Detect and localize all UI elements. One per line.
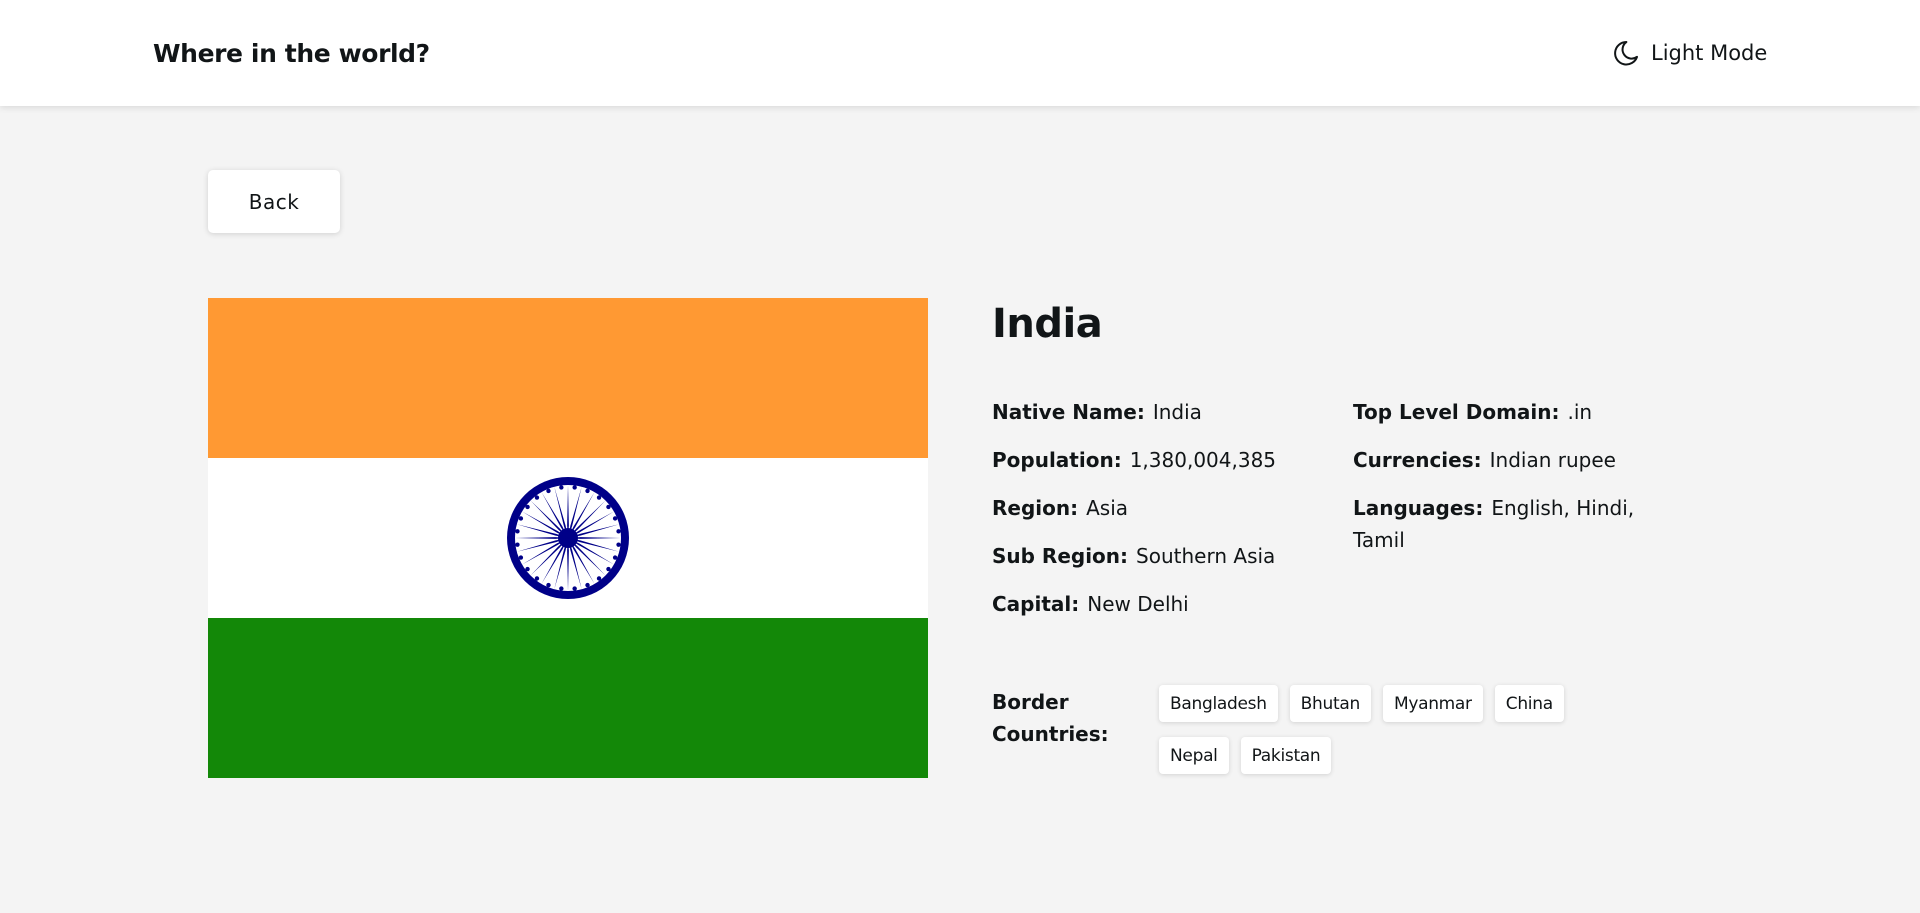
border-countries-list: Bangladesh Bhutan Myanmar China Nepal Pa… [1159,685,1639,774]
chakra-rim-dot [534,495,540,500]
chakra-rim-dot [612,516,618,521]
theme-toggle-label: Light Mode [1651,41,1768,65]
detail-label: Capital: [992,592,1080,616]
chakra-rim-dot [546,582,551,588]
detail-label: Region: [992,496,1079,520]
chakra-rim-dot [559,485,564,490]
flag-green-band [208,618,928,778]
chakra-rim-dot [606,566,611,572]
flag-saffron-band [208,298,928,458]
back-button[interactable]: Back [208,170,340,233]
detail-label: Languages: [1353,496,1484,520]
detail-value: 1,380,004,385 [1129,448,1277,472]
chakra-rim-dot [572,485,577,490]
chakra-rim-dot [572,586,577,591]
detail-region: Region: Asia [992,492,1332,524]
detail-label: Sub Region: [992,544,1129,568]
border-country-button[interactable]: Pakistan [1240,737,1332,774]
detail-label: Top Level Domain: [1353,400,1560,424]
chakra-rim-dot [585,582,590,588]
chakra-rim-dot [559,586,564,591]
detail-value: Southern Asia [1136,544,1276,568]
detail-label: Native Name: [992,400,1145,424]
detail-value: .in [1567,400,1593,424]
detail-population: Population: 1,380,004,385 [992,444,1332,476]
detail-value: New Delhi [1087,592,1189,616]
chakra-rim-dot [596,495,602,500]
chakra-rim-dot [518,555,524,560]
border-country-button[interactable]: China [1494,685,1564,722]
india-flag-image [208,298,928,778]
border-country-button[interactable]: Nepal [1159,737,1229,774]
detail-label: Population: [992,448,1122,472]
detail-value: Indian rupee [1489,448,1616,472]
chakra-rim-dot [606,504,611,510]
theme-toggle-button[interactable]: Light Mode [1611,34,1767,72]
detail-value: India [1152,400,1202,424]
chakra-rim-dot [616,542,621,547]
country-details-secondary: Top Level Domain: .in Currencies: Indian r… [1353,396,1653,572]
detail-top-level-domain: Top Level Domain: .in [1353,396,1653,428]
chakra-rim-dot [515,542,520,547]
chakra-rim-dot [525,566,530,572]
moon-icon [1614,40,1638,66]
detail-label: Currencies: [1353,448,1482,472]
ashoka-chakra-icon [507,477,629,599]
chakra-rim-dot [515,529,520,534]
border-country-button[interactable]: Bangladesh [1159,685,1278,722]
detail-native-name: Native Name: India [992,396,1332,428]
detail-sub-region: Sub Region: Southern Asia [992,540,1332,572]
chakra-rim-dot [612,555,618,560]
border-country-button[interactable]: Myanmar [1382,685,1483,722]
detail-value: Asia [1086,496,1129,520]
app-title: Where in the world? [153,39,430,68]
chakra-rim-dot [585,488,590,494]
chakra-rim-dot [616,529,621,534]
chakra-rim-dot [534,576,540,581]
chakra-rim-dot [546,488,551,494]
site-header: Where in the world? Light Mode [0,0,1920,106]
detail-languages: Languages: English, Hindi, Tamil [1353,492,1653,556]
border-country-button[interactable]: Bhutan [1289,685,1371,722]
country-details-primary: Native Name: India Population: 1,380,004,3… [992,396,1332,636]
detail-currencies: Currencies: Indian rupee [1353,444,1653,476]
country-name: India [992,301,1103,347]
detail-capital: Capital: New Delhi [992,588,1332,620]
chakra-rim-dot [596,576,602,581]
border-countries-label: Border Countries: [992,690,1109,746]
chakra-rim-dot [525,504,530,510]
chakra-rim-dot [518,516,524,521]
